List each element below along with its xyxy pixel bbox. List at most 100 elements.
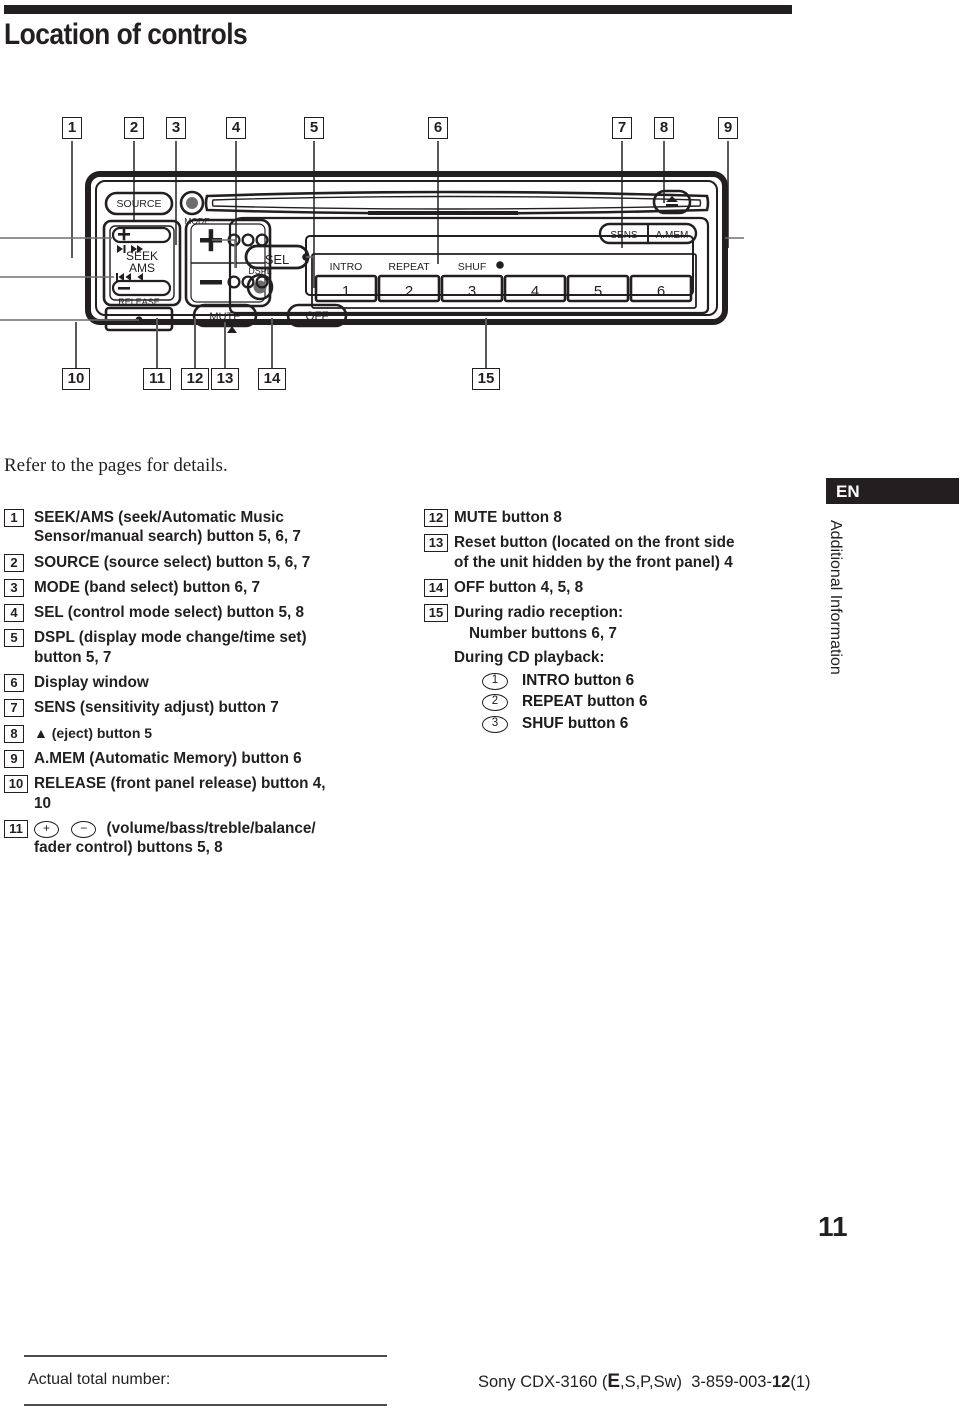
control-text-2: SOURCE (source select) button 5, 6, 7 — [34, 553, 311, 571]
device-label-ams: AMS — [129, 261, 155, 275]
minus-icon: − — [71, 820, 97, 838]
device-label-sens: SENS — [610, 230, 638, 241]
controls-list-left: 1 SEEK/AMS (seek/Automatic Music Sensor/… — [4, 508, 414, 863]
control-number-11: 11 — [4, 819, 28, 838]
control-number-15: 15 — [424, 604, 448, 623]
control-text-15: During radio reception: — [454, 604, 624, 622]
section-label: Additional Information — [827, 520, 844, 675]
leader-line-15 — [485, 318, 487, 368]
callout-15: 15 — [472, 368, 500, 390]
leader-line-12 — [194, 318, 196, 368]
control-number-6: 6 — [4, 674, 24, 693]
device-label-release: RELEASE — [118, 297, 160, 307]
control-item-3: 3 MODE (band select) button 6, 7 — [4, 578, 414, 597]
plus-icon: + — [34, 820, 59, 838]
page-title: Location of controls — [4, 18, 248, 51]
device-label-dspl: DSPL — [248, 266, 272, 276]
control-item-7: 7 SENS (sensitivity adjust) button 7 — [4, 698, 414, 718]
control-item-6: 6 Display window — [4, 673, 414, 693]
callout-4: 4 — [226, 117, 246, 139]
control-text-during-cd: During CD playback: — [454, 648, 605, 666]
footer-doc-revision: 12 — [771, 1373, 791, 1391]
device-preset-2: 2 — [405, 283, 413, 300]
cd-item-shuf-label: SHUF button 6 — [522, 714, 629, 732]
cd-item-intro-label: INTRO button 6 — [522, 672, 635, 690]
callout-6: 6 — [428, 117, 448, 139]
leader-line-10 — [75, 322, 77, 368]
control-item-9: 9 A.MEM (Automatic Memory) button 6 — [4, 749, 414, 768]
language-tab-label: EN — [836, 482, 860, 501]
control-item-1: 1 SEEK/AMS (seek/Automatic Music Sensor/… — [4, 508, 414, 547]
control-text-7: SENS (sensitivity adjust) button 7 — [34, 699, 279, 717]
device-label-sel: SEL — [265, 252, 290, 267]
control-item-14: 14 OFF button 4, 5, 8 — [424, 578, 814, 597]
control-item-15: 15 During radio reception: — [424, 603, 814, 623]
control-item-11: 11 + − (volume/bass/treble/balance/ fade… — [4, 819, 414, 858]
callout-7: 7 — [612, 117, 632, 139]
language-tab: EN — [826, 478, 959, 504]
controls-list-right: 12 MUTE button 8 13 Reset button (locate… — [424, 508, 814, 735]
device-preset-3: 3 — [468, 283, 476, 300]
device-preset-5: 5 — [594, 283, 602, 300]
control-text-3: MODE (band select) button 6, 7 — [34, 578, 261, 596]
eject-icon: ▲ (eject) button 5 — [34, 724, 153, 741]
control-text-6: Display window — [34, 674, 149, 692]
control-number-13: 13 — [424, 534, 448, 553]
footer-model-line: Sony CDX-3160 (E,S,P,Sw) 3-859-003-12(1) — [478, 1371, 811, 1393]
cd-item-intro: 1 INTRO button 6 — [424, 671, 814, 691]
callout-14: 14 — [258, 368, 286, 390]
device-label-amem: A.MEM — [656, 230, 689, 241]
device-label-shuf: SHUF — [458, 261, 487, 273]
control-item-4: 4 SEL (control mode select) button 5, 8 — [4, 603, 414, 623]
device-label-repeat: REPEAT — [388, 261, 430, 273]
callout-13: 13 — [211, 368, 239, 390]
control-text-10a: RELEASE (front panel release) button 4, — [34, 775, 326, 793]
leader-line-11 — [156, 318, 158, 368]
device-label-off: OFF — [306, 311, 329, 323]
control-number-10: 10 — [4, 775, 28, 794]
control-number-7: 7 — [4, 699, 24, 718]
footer-model-prefix: Sony CDX-3160 ( — [478, 1373, 608, 1391]
circled-number-2: 2 — [482, 694, 508, 712]
leader-line-14 — [271, 318, 273, 368]
control-text-5b: button 5, 7 — [34, 648, 112, 666]
control-text-14: OFF button 4, 5, 8 — [454, 578, 584, 596]
device-label-source: SOURCE — [117, 198, 162, 210]
cd-item-repeat: 2 REPEAT button 6 — [424, 692, 814, 712]
callout-8: 8 — [654, 117, 674, 139]
control-item-12: 12 MUTE button 8 — [424, 508, 814, 527]
control-text-1b: Sensor/manual search) button 5, 6, 7 — [34, 528, 301, 546]
control-number-1: 1 — [4, 509, 24, 527]
callout-5: 5 — [304, 117, 324, 139]
control-number-5: 5 — [4, 629, 24, 648]
device-label-intro: INTRO — [330, 261, 363, 273]
control-item-10: 10 RELEASE (front panel release) button … — [4, 774, 414, 813]
control-item-8: 8 ▲ (eject) button 5 — [4, 724, 414, 743]
control-text-9: A.MEM (Automatic Memory) button 6 — [34, 749, 302, 767]
control-text-4: SEL (control mode select) button 5, 8 — [34, 604, 304, 622]
control-number-14: 14 — [424, 578, 448, 597]
footer-rule-top — [24, 1355, 387, 1357]
circled-number-1: 1 — [482, 673, 508, 691]
control-text-13b: of the unit hidden by the front panel) 4 — [454, 553, 733, 571]
device-label-mode: MODE — [184, 216, 210, 226]
control-number-8: 8 — [4, 724, 24, 743]
control-number-9: 9 — [4, 749, 24, 768]
callout-11: 11 — [143, 368, 171, 390]
control-number-3: 3 — [4, 578, 24, 597]
control-number-2: 2 — [4, 553, 24, 572]
footer-region-code: E — [607, 1371, 620, 1392]
cd-item-repeat-label: REPEAT button 6 — [522, 693, 648, 711]
callout-3: 3 — [166, 117, 186, 139]
control-item-2: 2 SOURCE (source select) button 5, 6, 7 — [4, 553, 414, 572]
control-item-5: 5 DSPL (display mode change/time set) bu… — [4, 628, 414, 667]
footer-region-rest: ,S,P,Sw) — [620, 1373, 683, 1391]
footer-doc-suffix: (1) — [790, 1373, 811, 1391]
callout-2: 2 — [124, 117, 144, 139]
callout-12: 12 — [181, 368, 209, 390]
refer-note: Refer to the pages for details. — [4, 455, 228, 476]
footer-doc-prefix: 3-859-003- — [691, 1373, 772, 1391]
callout-1: 1 — [62, 117, 82, 139]
control-text-5a: DSPL (display mode change/time set) — [34, 629, 307, 647]
control-text-10b: 10 — [34, 794, 52, 812]
